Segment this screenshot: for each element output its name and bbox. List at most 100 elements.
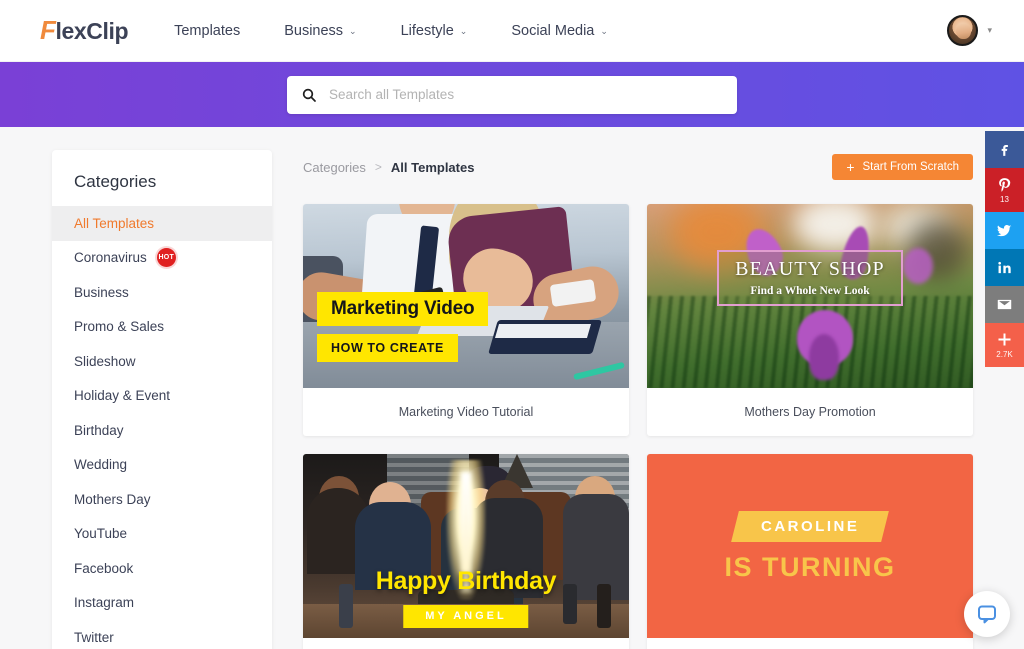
chat-widget-button[interactable] xyxy=(964,591,1010,637)
thumb-overlay-subtitle: Find a Whole New Look xyxy=(750,284,870,297)
avatar[interactable] xyxy=(947,15,979,46)
nav-item-label: Lifestyle xyxy=(400,22,454,39)
template-caption: Caroline Is Turning xyxy=(647,638,973,649)
plus-icon: + xyxy=(846,159,855,175)
search-box[interactable] xyxy=(287,75,737,114)
thumb-overlay-subtitle: HOW TO CREATE xyxy=(317,333,458,362)
template-thumbnail[interactable]: BEAUTY SHOP Find a Whole New Look xyxy=(647,204,973,388)
template-caption: Happy Birthday xyxy=(303,638,629,649)
thumb-shape xyxy=(597,584,611,628)
breadcrumb-categories[interactable]: Categories xyxy=(303,160,366,175)
search-input[interactable] xyxy=(329,75,723,114)
logo-f-mark: F xyxy=(40,14,56,45)
templates-main: Categories > All Templates + Start From … xyxy=(303,150,973,649)
share-linkedin-button[interactable] xyxy=(985,249,1024,286)
sidebar-item-youtube[interactable]: YouTube xyxy=(52,517,272,552)
twitter-icon xyxy=(996,225,1012,237)
sidebar-item-birthday[interactable]: Birthday xyxy=(52,413,272,448)
template-card[interactable]: Marketing Video HOW TO CREATE Marketing … xyxy=(303,204,629,436)
template-caption: Mothers Day Promotion xyxy=(744,405,876,419)
sidebar-item-label: Slideshow xyxy=(74,353,136,369)
sidebar-item-label: All Templates xyxy=(74,215,155,231)
sidebar-item-facebook[interactable]: Facebook xyxy=(52,551,272,586)
main-header: Categories > All Templates + Start From … xyxy=(303,150,973,184)
hot-badge: HOT xyxy=(156,248,176,268)
template-card[interactable]: BEAUTY SHOP Find a Whole New Look Mother… xyxy=(647,204,973,436)
chevron-down-icon: ⌄ xyxy=(600,26,608,36)
content-area: Categories All Templates Coronavirus HOT… xyxy=(0,127,1024,649)
share-pinterest-button[interactable]: 13 xyxy=(985,168,1024,212)
plus-icon xyxy=(998,333,1011,346)
start-from-scratch-button[interactable]: + Start From Scratch xyxy=(832,154,973,180)
nav-item-templates[interactable]: Templates xyxy=(174,23,240,39)
sidebar-item-holiday-and-event[interactable]: Holiday & Event xyxy=(52,379,272,414)
start-from-scratch-label: Start From Scratch xyxy=(862,161,960,173)
sidebar-item-label: Instagram xyxy=(74,595,135,611)
sidebar-item-slideshow[interactable]: Slideshow xyxy=(52,344,272,379)
sidebar-item-mothers-day[interactable]: Mothers Day xyxy=(52,482,272,517)
sidebar-item-wedding[interactable]: Wedding xyxy=(52,448,272,483)
thumb-overlay-title: BEAUTY SHOP xyxy=(735,257,885,280)
sidebar-item-coronavirus[interactable]: Coronavirus HOT xyxy=(52,241,272,276)
sidebar-item-label: Coronavirus xyxy=(74,250,147,266)
pinterest-icon xyxy=(999,178,1011,192)
share-more-button[interactable]: 2.7K xyxy=(985,323,1024,367)
share-count: 13 xyxy=(1000,195,1009,204)
sidebar-item-twitter[interactable]: Twitter xyxy=(52,620,272,649)
sidebar-item-label: Mothers Day xyxy=(74,491,151,507)
categories-sidebar: Categories All Templates Coronavirus HOT… xyxy=(52,150,272,649)
sidebar-item-label: Holiday & Event xyxy=(74,388,171,404)
thumb-overlay-frame: BEAUTY SHOP Find a Whole New Look xyxy=(717,250,903,306)
nav-items: Templates Business ⌄ Lifestyle ⌄ Social … xyxy=(174,23,608,39)
flexclip-logo[interactable]: FlexClip xyxy=(40,14,129,45)
sidebar-item-label: Wedding xyxy=(74,457,128,473)
sidebar-item-label: Promo & Sales xyxy=(74,319,165,335)
page-root: FlexClip Templates Business ⌄ Lifestyle … xyxy=(0,0,1024,649)
sidebar-item-promo-and-sales[interactable]: Promo & Sales xyxy=(52,310,272,345)
search-icon xyxy=(302,88,316,102)
thumb-overlay-title: Marketing Video xyxy=(317,292,489,326)
share-email-button[interactable] xyxy=(985,286,1024,323)
thumb-shape xyxy=(339,584,353,628)
chevron-down-icon: ⌄ xyxy=(459,26,468,36)
logo-wordmark: lexClip xyxy=(55,17,129,44)
share-twitter-button[interactable] xyxy=(985,212,1024,249)
linkedin-icon xyxy=(998,261,1011,274)
account-menu[interactable]: ▾ xyxy=(947,15,992,46)
thumb-shape xyxy=(563,584,577,624)
sidebar-item-all-templates[interactable]: All Templates xyxy=(52,206,272,241)
search-banner xyxy=(0,62,1024,127)
top-navigation-bar: FlexClip Templates Business ⌄ Lifestyle … xyxy=(0,0,1024,62)
template-card[interactable]: Happy Birthday MY ANGEL Happy Birthday xyxy=(303,454,629,649)
thumb-overlay-subtitle: IS TURNING xyxy=(724,552,896,582)
chat-bubble-icon xyxy=(978,605,996,624)
breadcrumb-separator: > xyxy=(374,160,382,174)
sidebar-item-label: Business xyxy=(74,284,129,300)
sidebar-item-label: Facebook xyxy=(74,560,134,576)
template-thumbnail[interactable]: CAROLINE IS TURNING xyxy=(647,454,973,638)
nav-item-social-media[interactable]: Social Media ⌄ xyxy=(511,23,608,39)
breadcrumb-current: All Templates xyxy=(390,159,475,175)
sidebar-item-label: Birthday xyxy=(74,422,124,438)
template-thumbnail[interactable]: Marketing Video HOW TO CREATE xyxy=(303,204,629,388)
share-facebook-button[interactable] xyxy=(985,131,1024,168)
template-thumbnail[interactable]: Happy Birthday MY ANGEL xyxy=(303,454,629,638)
sidebar-item-instagram[interactable]: Instagram xyxy=(52,586,272,621)
thumb-overlay-subtitle: MY ANGEL xyxy=(403,605,529,628)
sidebar-title: Categories xyxy=(74,172,157,191)
chevron-down-icon: ⌄ xyxy=(349,26,357,36)
sidebar-item-business[interactable]: Business xyxy=(52,275,272,310)
breadcrumb: Categories > All Templates xyxy=(303,160,474,175)
sidebar-item-label: Twitter xyxy=(74,629,114,645)
nav-item-lifestyle[interactable]: Lifestyle ⌄ xyxy=(401,23,468,39)
email-icon xyxy=(997,299,1012,310)
nav-item-label: Templates xyxy=(174,22,241,39)
facebook-icon xyxy=(1001,144,1008,156)
template-card[interactable]: CAROLINE IS TURNING Caroline Is Turning xyxy=(647,454,973,649)
templates-grid: Marketing Video HOW TO CREATE Marketing … xyxy=(303,204,973,649)
thumb-shape xyxy=(494,324,592,338)
thumb-overlay-title: CAROLINE xyxy=(760,518,860,535)
sidebar-item-label: YouTube xyxy=(74,526,128,542)
nav-item-business[interactable]: Business ⌄ xyxy=(284,23,356,39)
thumb-overlay-title: Happy Birthday xyxy=(375,567,557,595)
